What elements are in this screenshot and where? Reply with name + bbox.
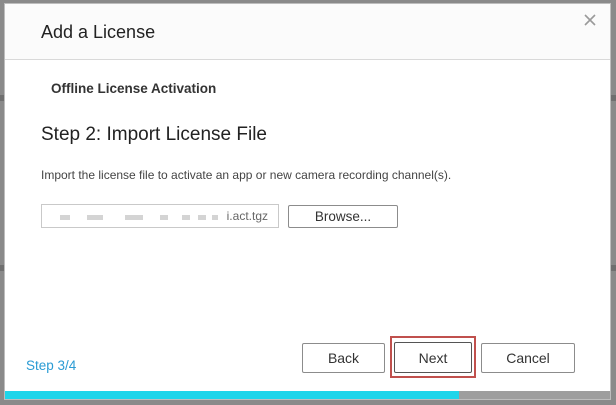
blurred-filename-part xyxy=(212,215,218,220)
cancel-button[interactable]: Cancel xyxy=(481,343,575,373)
step-indicator: Step 3/4 xyxy=(26,358,77,373)
blurred-filename-part xyxy=(125,215,143,220)
add-license-dialog: Add a License Offline License Activation… xyxy=(4,3,611,400)
dialog-header: Add a License xyxy=(5,4,610,60)
dialog-title: Add a License xyxy=(41,22,156,42)
step-heading: Step 2: Import License File xyxy=(41,124,267,145)
blurred-filename-part xyxy=(87,215,103,220)
file-name-text: i.act.tgz xyxy=(226,209,268,223)
blurred-filename-part xyxy=(198,215,206,220)
back-button[interactable]: Back xyxy=(302,343,385,373)
blurred-filename-part xyxy=(60,215,70,220)
close-icon[interactable] xyxy=(582,12,598,28)
step-description: Import the license file to activate an a… xyxy=(41,168,452,182)
progress-bar xyxy=(5,391,610,399)
browse-button[interactable]: Browse... xyxy=(288,205,398,228)
blurred-filename-part xyxy=(160,215,168,220)
progress-bar-fill xyxy=(5,391,459,399)
license-file-input[interactable]: i.act.tgz xyxy=(41,204,279,228)
section-subtitle: Offline License Activation xyxy=(51,81,217,96)
next-button[interactable]: Next xyxy=(394,342,472,373)
blurred-filename-part xyxy=(182,215,190,220)
